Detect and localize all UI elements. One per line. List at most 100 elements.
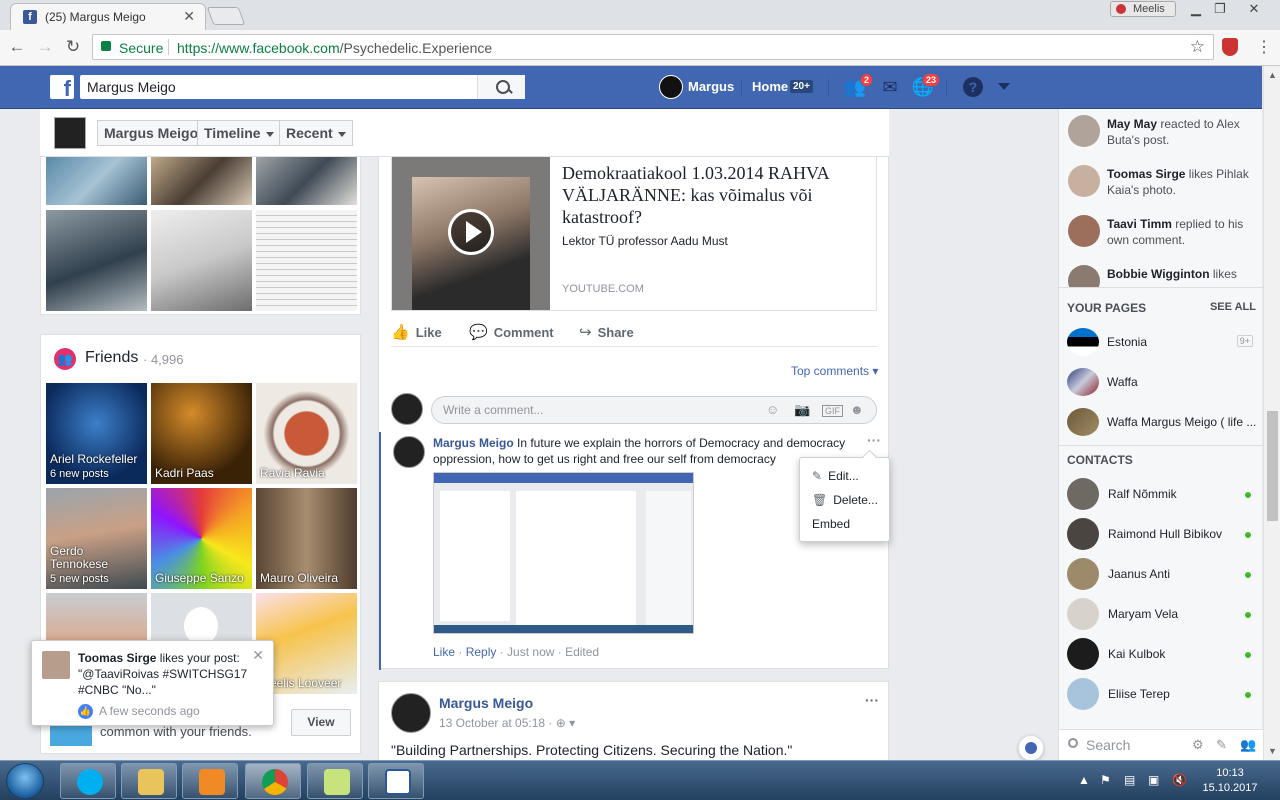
notification-toast[interactable]: Toomas Sirge likes your post: "@TaaviRoi… xyxy=(31,640,274,726)
view-button[interactable]: View xyxy=(291,709,351,736)
contact-item[interactable]: Maryam Vela xyxy=(1059,594,1263,634)
top-comments-dropdown[interactable]: Top comments ▾ xyxy=(791,364,878,378)
page-item[interactable]: Estonia 9+ xyxy=(1059,322,1263,362)
device-icon[interactable]: ▤ xyxy=(1124,773,1135,787)
browser-profile-button[interactable]: Meelis xyxy=(1110,1,1176,17)
extension-shield-icon[interactable] xyxy=(1222,38,1238,56)
photo-thumbnail[interactable] xyxy=(151,210,252,311)
avatar[interactable] xyxy=(393,436,425,468)
page-scrollbar[interactable]: ▲ ▼ xyxy=(1263,66,1280,760)
post-author[interactable]: Margus Meigo xyxy=(439,695,533,711)
page-item[interactable]: Waffa Margus Meigo ( life ... xyxy=(1059,402,1263,442)
taskbar-media[interactable] xyxy=(182,763,238,799)
home-link[interactable]: Home xyxy=(752,79,788,94)
photo-thumbnail[interactable] xyxy=(256,157,357,205)
comment-like-link[interactable]: Like xyxy=(433,645,455,659)
photo-thumbnail[interactable] xyxy=(46,210,147,311)
scroll-down-icon[interactable]: ▼ xyxy=(1268,746,1277,756)
contact-item[interactable]: Kai Kulbok xyxy=(1059,634,1263,674)
friend-tile[interactable]: Giuseppe Sanzo xyxy=(151,488,252,589)
menu-item-embed[interactable]: Embed xyxy=(812,517,850,531)
ticker-item[interactable]: Toomas Sirge likes Pihlak Kaia's photo. xyxy=(1059,159,1263,209)
facebook-search-input[interactable]: Margus Meigo xyxy=(80,75,525,99)
friend-tile[interactable]: Mauro Oliveira xyxy=(256,488,357,589)
menu-item-delete[interactable]: 🗑 Delete... xyxy=(812,493,878,507)
avatar[interactable] xyxy=(391,693,431,733)
search-icon[interactable] xyxy=(477,75,525,99)
share-button[interactable]: ↪ Share xyxy=(579,323,634,341)
video-thumbnail[interactable] xyxy=(392,157,550,310)
comment-author[interactable]: Margus Meigo xyxy=(433,436,514,450)
start-button-icon[interactable] xyxy=(6,763,44,799)
reload-icon[interactable]: ↻ xyxy=(62,37,84,57)
taskbar-chrome[interactable] xyxy=(245,763,301,799)
forward-icon[interactable]: → xyxy=(34,37,56,57)
play-icon[interactable] xyxy=(448,209,494,255)
link-title[interactable]: Demokraatiakool 1.03.2014 RAHVA VÄLJARÄN… xyxy=(562,162,867,228)
facebook-logo-icon[interactable]: f xyxy=(50,75,74,99)
globe-icon[interactable] xyxy=(1018,735,1044,761)
restore-icon[interactable]: ❐ xyxy=(1208,1,1232,17)
close-tab-icon[interactable]: ✕ xyxy=(183,8,195,25)
back-icon[interactable]: ← xyxy=(6,37,28,57)
contact-item[interactable]: Jaanus Anti xyxy=(1059,554,1263,594)
taskbar-skype[interactable] xyxy=(60,763,116,799)
post-date[interactable]: 13 October at 05:18 · ⊕ ▾ xyxy=(439,716,575,730)
contact-item[interactable]: Ralf Nõmmik xyxy=(1059,474,1263,514)
menu-item-edit[interactable]: ✎ Edit... xyxy=(812,469,859,483)
minimize-icon[interactable]: ▁ xyxy=(1184,1,1208,17)
sticker-icon[interactable]: ☻ xyxy=(850,402,864,417)
profile-name-tab[interactable]: Margus Meigo xyxy=(97,120,206,146)
comment-screenshot-image[interactable] xyxy=(433,472,694,634)
tray-expand-icon[interactable]: ▲ xyxy=(1078,773,1090,787)
camera-icon[interactable]: 📷 xyxy=(794,402,810,418)
friend-tile[interactable]: Kadri Paas xyxy=(151,383,252,484)
address-bar[interactable]: Secure https://www.facebook.com/Psychede… xyxy=(92,34,1214,60)
messenger-icon[interactable]: ✉ xyxy=(878,77,902,99)
browser-tab[interactable]: f (25) Margus Meigo ✕ xyxy=(10,3,206,30)
taskbar-wordpad[interactable] xyxy=(368,763,424,799)
more-options-icon[interactable]: ··· xyxy=(865,692,879,708)
audience-globe-icon[interactable]: ⊕ ▾ xyxy=(556,716,575,730)
close-window-icon[interactable]: ✕ xyxy=(1242,1,1266,17)
taskbar-clock[interactable]: 10:13 15.10.2017 xyxy=(1198,766,1262,796)
help-icon[interactable]: ? xyxy=(963,77,983,97)
page-item[interactable]: Waffa xyxy=(1059,362,1263,402)
comment-reply-link[interactable]: Reply xyxy=(466,645,497,659)
photo-thumbnail[interactable] xyxy=(256,210,357,311)
emoji-icon[interactable]: ☺ xyxy=(766,402,779,417)
link-preview[interactable]: Demokraatiakool 1.03.2014 RAHVA VÄLJARÄN… xyxy=(391,157,877,311)
friend-tile[interactable]: Ravia Ravia xyxy=(256,383,357,484)
avatar[interactable] xyxy=(659,75,683,99)
ticker-item[interactable]: May May reacted to Alex Buta's post. xyxy=(1059,109,1263,159)
friends-title[interactable]: Friends xyxy=(85,349,138,367)
contact-item[interactable]: Eliise Terep xyxy=(1059,674,1263,714)
compose-icon[interactable]: ✎ xyxy=(1216,737,1227,753)
browser-menu-icon[interactable]: ⋮ xyxy=(1256,37,1272,57)
chat-search-input[interactable]: Search ⚙ ✎ 👥 xyxy=(1059,729,1263,760)
volume-muted-icon[interactable]: 🔇 xyxy=(1172,773,1187,787)
timeline-dropdown[interactable]: Timeline xyxy=(197,120,281,146)
friend-tile[interactable]: Gerdo Tennokese 5 new posts xyxy=(46,488,147,589)
photo-thumbnail[interactable] xyxy=(46,157,147,205)
comment-time[interactable]: Just now xyxy=(507,645,554,659)
contact-item[interactable]: Raimond Hull Bibikov xyxy=(1059,514,1263,554)
scroll-up-icon[interactable]: ▲ xyxy=(1268,70,1277,80)
profile-link[interactable]: Margus xyxy=(688,79,734,94)
new-tab-button[interactable] xyxy=(206,7,246,25)
gif-icon[interactable]: GIF xyxy=(822,405,843,417)
like-button[interactable]: 👍 Like xyxy=(391,323,442,341)
ticker-item[interactable]: Bobbie Wigginton likes xyxy=(1059,259,1263,287)
network-icon[interactable]: ▣ xyxy=(1148,773,1159,787)
see-all-link[interactable]: SEE ALL xyxy=(1210,301,1256,313)
photo-thumbnail[interactable] xyxy=(151,157,252,205)
more-options-icon[interactable]: ··· xyxy=(867,432,881,448)
close-icon[interactable]: ✕ xyxy=(252,647,264,664)
action-center-flag-icon[interactable]: ⚑ xyxy=(1100,773,1111,787)
recent-dropdown[interactable]: Recent xyxy=(279,120,353,146)
friend-tile[interactable]: Ariel Rockefeller 6 new posts xyxy=(46,383,147,484)
new-group-icon[interactable]: 👥 xyxy=(1240,737,1256,753)
scrollbar-thumb[interactable] xyxy=(1267,411,1278,521)
taskbar-explorer[interactable] xyxy=(121,763,177,799)
bookmark-star-icon[interactable]: ☆ xyxy=(1190,37,1205,57)
